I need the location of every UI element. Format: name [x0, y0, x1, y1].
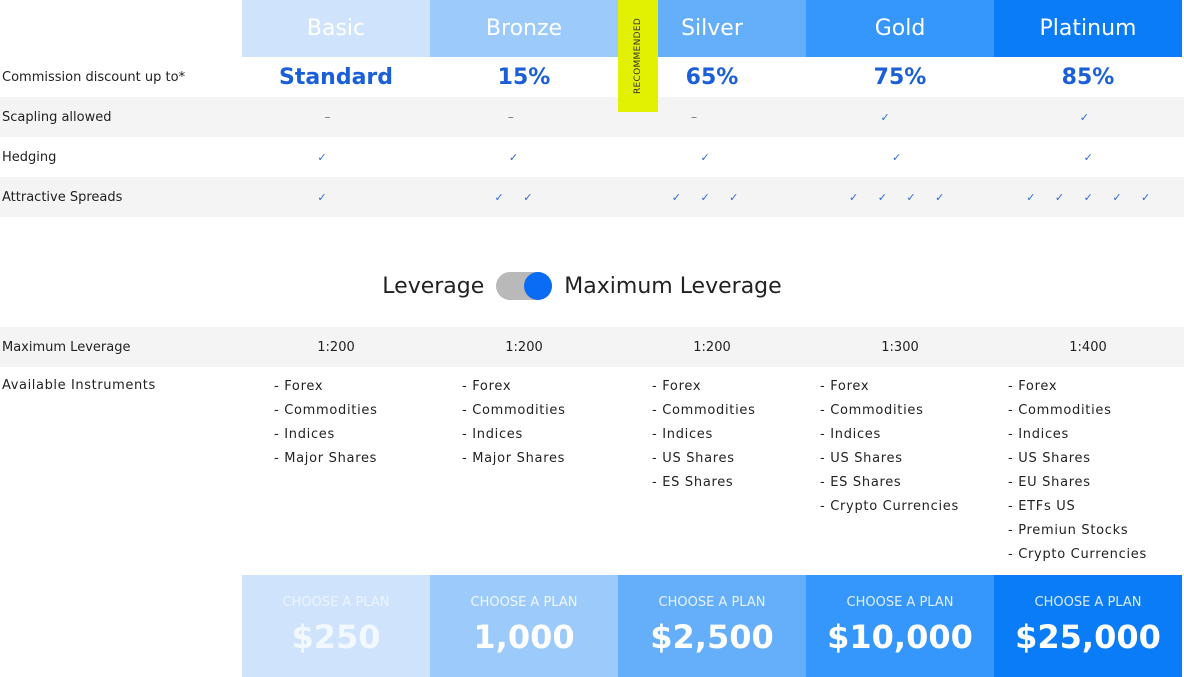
instrument-item: - Premiun Stocks — [1008, 523, 1129, 538]
check-icon: ✓ — [1079, 110, 1089, 124]
leverage-value: 1:300 — [881, 339, 919, 355]
row-label: Attractive Spreads — [2, 189, 123, 205]
recommended-badge: RECOMMENDED — [618, 0, 658, 112]
tier-header-row: Basic Bronze Silver Gold Platinum — [242, 0, 1182, 57]
max-leverage-row: Maximum Leverage 1:200 1:200 1:200 1:300… — [0, 327, 1184, 367]
commission-value: 75% — [873, 64, 927, 90]
instrument-item: - Commodities — [274, 403, 378, 418]
instrument-list: - Forex - Commodities - Indices - US Shares… — [994, 376, 1182, 568]
check-icons: ✓ ✓ ✓ — [671, 190, 739, 204]
instrument-item: - Indices — [462, 427, 523, 442]
tier-header-basic: Basic — [242, 0, 430, 57]
check-icons: ✓ ✓ ✓ ✓ ✓ — [1026, 190, 1151, 204]
row-label: Hedging — [2, 149, 57, 165]
cta-label: CHOOSE A PLAN — [470, 595, 578, 610]
commission-value: 15% — [497, 64, 551, 90]
instrument-item: - Commodities — [462, 403, 566, 418]
cta-label: CHOOSE A PLAN — [282, 595, 390, 610]
check-icon: ✓ — [700, 150, 710, 164]
recommended-label: RECOMMENDED — [633, 17, 644, 95]
check-icon: ✓ — [317, 150, 327, 164]
leverage-value: 1:400 — [1069, 339, 1107, 355]
plan-price: 1,000 — [473, 618, 575, 656]
instrument-item: - Forex — [820, 379, 870, 394]
instrument-item: - Forex — [1008, 379, 1058, 394]
instrument-item: - US Shares — [652, 451, 735, 466]
instrument-item: - Forex — [462, 379, 512, 394]
toggle-knob[interactable] — [524, 272, 553, 300]
leverage-toggle[interactable] — [496, 272, 553, 300]
instrument-item: - Crypto Currencies — [1008, 547, 1147, 562]
commission-value: Standard — [278, 64, 394, 90]
leverage-value: 1:200 — [317, 339, 355, 355]
plan-price: $250 — [291, 618, 381, 656]
row-label: Commission discount up to* — [2, 69, 186, 85]
instrument-item: - Forex — [652, 379, 702, 394]
instrument-item: - Commodities — [820, 403, 924, 418]
instrument-list: - Forex - Commodities - Indices - US Shares… — [618, 376, 806, 568]
check-icon: ✓ — [1083, 150, 1093, 164]
instrument-item: - Major Shares — [274, 451, 378, 466]
choose-plan-bronze[interactable]: CHOOSE A PLAN 1,000 — [430, 575, 618, 677]
instrument-item: - Commodities — [1008, 403, 1112, 418]
row-label: Available Instruments — [2, 378, 156, 393]
tier-header-platinum: Platinum — [994, 0, 1182, 57]
toggle-left-label: Leverage — [382, 273, 485, 299]
instrument-item: - Commodities — [652, 403, 756, 418]
check-icon: ✓ — [880, 110, 890, 124]
instrument-list: - Forex - Commodities - Indices - US Shares… — [806, 376, 994, 568]
choose-plan-basic[interactable]: CHOOSE A PLAN $250 — [242, 575, 430, 677]
plan-price: $25,000 — [1015, 618, 1161, 656]
cta-label: CHOOSE A PLAN — [846, 595, 954, 610]
instrument-item: - Crypto Currencies — [820, 499, 959, 514]
check-icon: ✓ — [892, 150, 902, 164]
check-icons: ✓ ✓ ✓ ✓ — [848, 190, 945, 204]
check-icons: ✓ ✓ — [494, 190, 533, 204]
tier-header-gold: Gold — [806, 0, 994, 57]
instrument-item: - ETFs US — [1008, 499, 1076, 514]
scalping-value: – — [507, 110, 514, 124]
toggle-right-label: Maximum Leverage — [564, 273, 782, 299]
instrument-list: - Forex - Commodities - Indices - Major Sha… — [430, 376, 618, 568]
leverage-value: 1:200 — [505, 339, 543, 355]
check-icon: ✓ — [508, 150, 519, 164]
instrument-item: - ES Shares — [820, 475, 902, 490]
row-label: Scapling allowed — [2, 109, 112, 125]
check-icons: ✓ — [317, 190, 327, 204]
instrument-item: - Major Shares — [462, 451, 566, 466]
instrument-item: - US Shares — [820, 451, 903, 466]
row-label: Maximum Leverage — [2, 339, 131, 355]
leverage-toggle-group: Leverage Maximum Leverage — [0, 272, 1164, 300]
scalping-row: Scapling allowed – – – ✓ ✓ — [0, 97, 1184, 137]
instrument-item: - Indices — [274, 427, 335, 442]
plan-price: $2,500 — [650, 618, 774, 656]
features-table: Commission discount up to* Standard 15% … — [0, 57, 1184, 217]
leverage-value: 1:200 — [693, 339, 731, 355]
spreads-row: Attractive Spreads ✓ ✓ ✓ ✓ ✓ ✓ ✓ ✓ ✓ ✓ ✓… — [0, 177, 1184, 217]
instrument-item: - Indices — [1008, 427, 1069, 442]
tier-header-bronze: Bronze — [430, 0, 618, 57]
instrument-item: - Forex — [274, 379, 324, 394]
instruments-row: Available Instruments - Forex - Commoditi… — [0, 376, 1184, 568]
instrument-item: - ES Shares — [652, 475, 734, 490]
choose-plan-gold[interactable]: CHOOSE A PLAN $10,000 — [806, 575, 994, 677]
instrument-list: - Forex - Commodities - Indices - Major Sha… — [242, 376, 430, 568]
plan-price: $10,000 — [827, 618, 973, 656]
hedging-row: Hedging ✓ ✓ ✓ ✓ ✓ — [0, 137, 1184, 177]
instrument-item: - US Shares — [1008, 451, 1091, 466]
cta-label: CHOOSE A PLAN — [1034, 595, 1142, 610]
instrument-item: - Indices — [820, 427, 881, 442]
instrument-item: - Indices — [652, 427, 713, 442]
choose-plan-silver[interactable]: CHOOSE A PLAN $2,500 — [618, 575, 806, 677]
commission-row: Commission discount up to* Standard 15% … — [0, 57, 1184, 97]
choose-plan-platinum[interactable]: CHOOSE A PLAN $25,000 — [994, 575, 1182, 677]
cta-label: CHOOSE A PLAN — [658, 595, 766, 610]
plan-buttons: CHOOSE A PLAN $250 CHOOSE A PLAN 1,000 CHO… — [242, 575, 1182, 677]
instrument-item: - EU Shares — [1008, 475, 1091, 490]
scalping-value: – — [324, 110, 331, 124]
commission-value: 85% — [1061, 64, 1115, 90]
